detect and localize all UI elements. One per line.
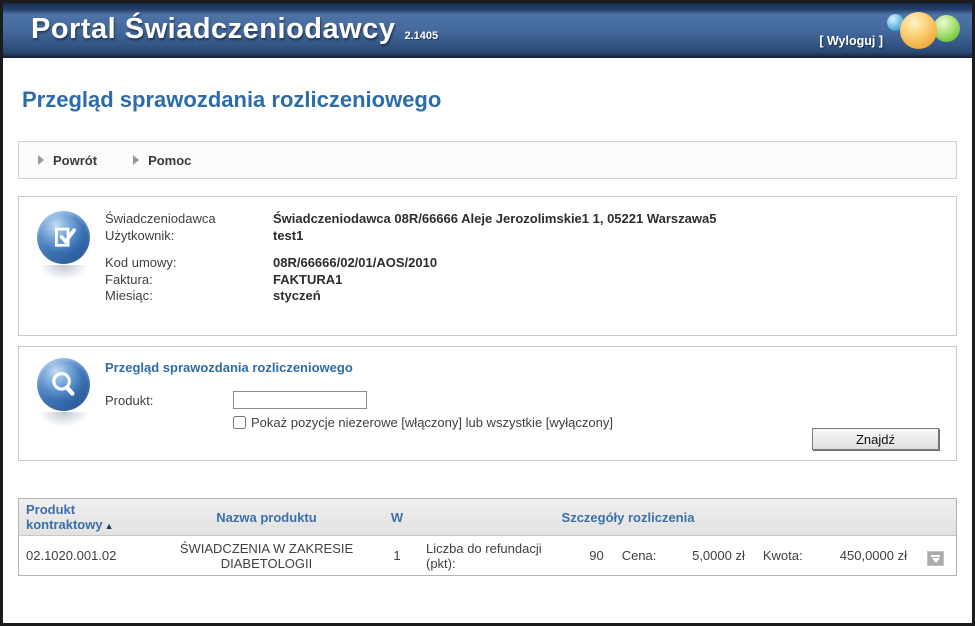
check-document-sphere-icon [37,211,90,264]
app-title: Portal Świadczeniodawcy [31,13,395,45]
refund-label: Liczba do refundacji (pkt): [426,541,558,571]
field-swiadczeniodawca: Świadczeniodawca Świadczeniodawca 08R/66… [105,211,716,228]
magnifier-sphere-icon [37,358,90,411]
expand-row-button[interactable] [927,551,944,566]
table-row: 02.1020.001.02 ŚWIADCZENIA W ZAKRESIE DI… [19,536,956,575]
app-title-group: Portal Świadczeniodawcy 2.1405 [31,13,438,45]
amount-value: 450,0000 zł [803,548,907,563]
price-label: Cena: [622,548,657,563]
nav-label: Powrót [53,153,97,168]
amount-label: Kwota: [763,548,803,563]
sort-asc-icon: ▲ [105,521,114,531]
header-label: Produkt kontraktowy [26,502,103,532]
field-faktura: Faktura: FAKTURA1 [105,272,716,289]
nav-item-pomoc[interactable]: Pomoc [133,153,191,168]
orange-sphere-icon [900,12,937,49]
field-kod-umowy: Kod umowy: 08R/66666/02/01/AOS/2010 [105,255,716,272]
field-label: Świadczeniodawca [105,211,273,228]
field-value: Świadczeniodawca 08R/66666 Aleje Jerozol… [273,211,716,228]
nonzero-filter-checkbox[interactable] [233,416,246,429]
info-icon-column [19,210,105,335]
checkbox-check-glyph [48,222,79,253]
field-label: Użytkownik: [105,228,273,245]
product-input[interactable] [233,391,367,409]
search-panel: Przegląd sprawozdania rozliczeniowego Pr… [18,346,957,461]
header-settlement-details: Szczegóły rozliczenia [420,510,956,525]
sphere-reflection [39,265,88,280]
arrow-right-icon [38,155,44,165]
navbar: Powrót Pomoc [18,141,957,179]
page-title: Przegląd sprawozdania rozliczeniowego [22,87,957,113]
decor-spheres [874,7,968,55]
green-sphere-icon [933,15,960,42]
search-icon-column [19,357,105,460]
search-panel-heading: Przegląd sprawozdania rozliczeniowego [105,360,956,375]
field-label: Faktura: [105,272,273,289]
page: Portal Świadczeniodawcy 2.1405 [ Wyloguj… [0,0,975,626]
header-w[interactable]: W [374,510,420,525]
field-value: FAKTURA1 [273,272,342,289]
content: Przegląd sprawozdania rozliczeniowego Po… [3,87,972,576]
provider-fields: Świadczeniodawca Świadczeniodawca 08R/66… [105,210,716,335]
header-product-contract[interactable]: Produkt kontraktowy▲ [19,502,159,532]
expand-icon-bar [931,555,940,557]
expand-wrap [927,545,944,567]
nonzero-filter-label: Pokaż pozycje niezerowe [włączony] lub w… [251,415,613,430]
field-label: Miesiąc: [105,288,273,305]
cell-settlement-details: Liczba do refundacji (pkt): 90 Cena: 5,0… [420,541,956,571]
sphere-reflection [39,412,88,427]
nav-item-powrot[interactable]: Powrót [38,153,97,168]
refund-value: 90 [558,548,604,563]
price-value: 5,0000 zł [656,548,744,563]
nav-label: Pomoc [148,153,191,168]
field-label: Kod umowy: [105,255,273,272]
product-row: Produkt: [105,391,956,409]
search-icon [48,369,79,400]
find-button[interactable]: Znajdź [812,428,939,450]
header-product-name[interactable]: Nazwa produktu [159,510,374,525]
arrow-right-icon [133,155,139,165]
app-version: 2.1405 [404,30,438,45]
cell-w: 1 [374,548,420,563]
cell-product-name: ŚWIADCZENIA W ZAKRESIE DIABETOLOGII [159,541,374,571]
product-label: Produkt: [105,393,233,408]
table-header-row: Produkt kontraktowy▲ Nazwa produktu W Sz… [19,499,956,536]
provider-info-panel: Świadczeniodawca Świadczeniodawca 08R/66… [18,196,957,336]
app-header: Portal Świadczeniodawcy 2.1405 [ Wyloguj… [3,3,972,58]
cell-product-code: 02.1020.001.02 [19,548,159,563]
field-miesiac: Miesiąc: styczeń [105,288,716,305]
chevron-down-icon [932,558,940,563]
settlement-table: Produkt kontraktowy▲ Nazwa produktu W Sz… [18,498,957,576]
field-value: 08R/66666/02/01/AOS/2010 [273,255,437,272]
field-uzytkownik: Użytkownik: test1 [105,228,716,245]
field-value: test1 [273,228,303,245]
field-value: styczeń [273,288,321,305]
